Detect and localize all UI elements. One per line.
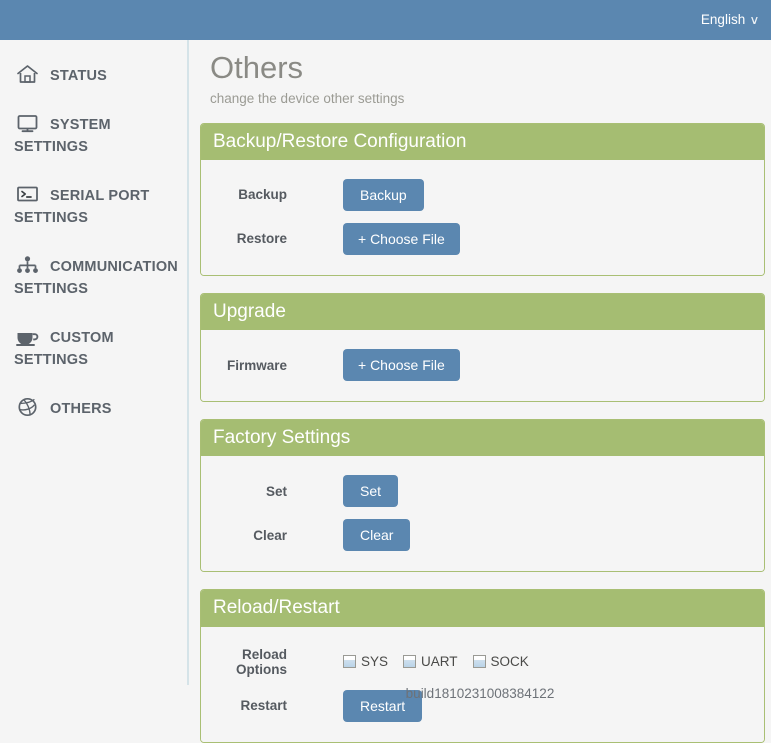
- factory-set-button[interactable]: Set: [343, 475, 399, 508]
- panel-body: Reload Options SYS UART SOCK Restart Res…: [201, 626, 764, 742]
- panel-title: Factory Settings: [201, 420, 764, 457]
- row-label: Restore: [236, 231, 287, 247]
- sidebar-item-custom-settings[interactable]: CUSTOM SETTINGS: [0, 324, 187, 371]
- monitor-icon: [14, 111, 41, 135]
- content-area: STATUS SYSTEM SETTINGS SERIAL PORT SETTI…: [0, 40, 771, 743]
- sidebar-item-system-settings[interactable]: SYSTEM SETTINGS: [0, 111, 187, 158]
- sidebar-item-label: STATUS: [50, 68, 108, 84]
- reload-option-sys[interactable]: SYS: [343, 654, 388, 669]
- coffee-cup-icon: [14, 324, 41, 348]
- row-label: Clear: [253, 527, 287, 543]
- row-label: Reload Options: [236, 646, 287, 677]
- panel-body: Backup Backup Restore + Choose File: [201, 159, 764, 275]
- backup-button[interactable]: Backup: [343, 178, 424, 211]
- top-bar: English ∨: [0, 0, 771, 40]
- factory-clear-button[interactable]: Clear: [343, 519, 411, 552]
- sidebar-item-status[interactable]: STATUS: [0, 62, 187, 87]
- sidebar: STATUS SYSTEM SETTINGS SERIAL PORT SETTI…: [0, 40, 189, 685]
- sitemap-icon: [14, 253, 41, 277]
- sidebar-item-serial-port-settings[interactable]: SERIAL PORT SETTINGS: [0, 182, 187, 229]
- row-label: Firmware: [226, 357, 287, 373]
- checkbox-label: SOCK: [490, 654, 529, 670]
- sidebar-item-communication-settings[interactable]: COMMUNICATION SETTINGS: [0, 253, 187, 300]
- panel-reload-restart: Reload/Restart Reload Options SYS UART S…: [200, 589, 765, 743]
- chevron-down-icon: ∨: [749, 13, 760, 27]
- reload-option-sock[interactable]: SOCK: [472, 654, 529, 670]
- row-label: Backup: [238, 187, 287, 203]
- form-row: Restore + Choose File: [201, 217, 764, 261]
- form-row: Clear Clear: [201, 513, 764, 557]
- checkbox-sys[interactable]: [343, 655, 356, 669]
- reload-options-group: SYS UART SOCK: [343, 654, 529, 669]
- checkbox-uart[interactable]: [403, 655, 417, 669]
- main-content: Others change the device other settings …: [189, 40, 771, 743]
- panel-body: Firmware + Choose File: [201, 330, 764, 402]
- dribbble-ball-icon: [14, 395, 41, 419]
- footer-build-version: build1810231008384122: [405, 686, 555, 701]
- checkbox-label: SYS: [361, 654, 389, 670]
- form-row: Reload Options SYS UART SOCK: [201, 640, 764, 684]
- panel-backup-restore: Backup/Restore Configuration Backup Back…: [200, 122, 765, 276]
- checkbox-label: UART: [421, 654, 458, 670]
- page-title: Others: [210, 50, 304, 85]
- sidebar-item-label: OTHERS: [50, 401, 112, 417]
- panel-body: Set Set Clear Clear: [201, 456, 764, 572]
- panel-factory-settings: Factory Settings Set Set Clear Clear: [200, 419, 765, 573]
- language-selector[interactable]: English ∨: [700, 12, 760, 28]
- home-icon: [14, 62, 41, 86]
- panel-title: Reload/Restart: [201, 590, 764, 627]
- reload-option-uart[interactable]: UART: [403, 654, 458, 669]
- firmware-choose-file-button[interactable]: + Choose File: [343, 349, 460, 382]
- language-label: English: [700, 12, 746, 28]
- panel-title: Backup/Restore Configuration: [201, 123, 764, 160]
- checkbox-sock[interactable]: [472, 655, 486, 669]
- form-row: Backup Backup: [201, 173, 764, 217]
- sidebar-item-others[interactable]: OTHERS: [0, 395, 187, 420]
- form-row: Set Set: [201, 469, 764, 513]
- panel-upgrade: Upgrade Firmware + Choose File: [200, 292, 765, 403]
- panel-title: Upgrade: [201, 293, 764, 331]
- page-subtitle: change the device other settings: [210, 90, 405, 106]
- terminal-icon: [14, 182, 41, 206]
- restore-choose-file-button[interactable]: + Choose File: [343, 222, 460, 255]
- row-label: Set: [265, 483, 287, 499]
- form-row: Firmware + Choose File: [201, 343, 764, 387]
